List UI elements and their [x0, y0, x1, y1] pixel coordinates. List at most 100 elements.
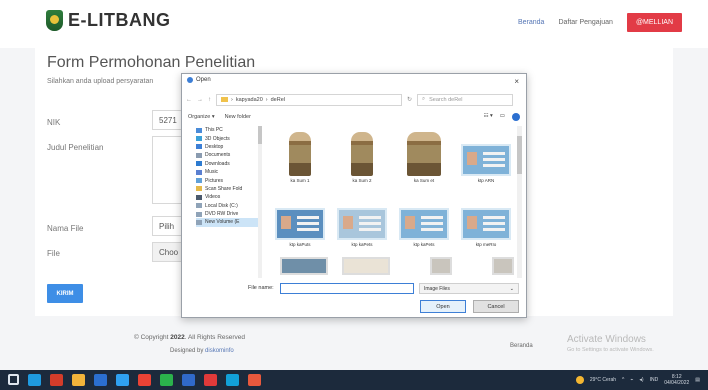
close-icon[interactable]: ×: [514, 77, 519, 86]
preview-pane-icon[interactable]: ▭: [500, 113, 505, 121]
taskbar-app-icon[interactable]: [50, 374, 63, 386]
nav-tree-label: Music: [205, 169, 219, 176]
taskbar-app-icon[interactable]: [160, 374, 173, 386]
file-name: ktp ARN: [477, 178, 495, 183]
path-segment-1[interactable]: kapyada20: [236, 97, 263, 103]
site-logo[interactable]: E-LITBANG: [46, 10, 171, 31]
clock[interactable]: 8:12 04/04/2022: [664, 374, 689, 386]
taskbar-app-icon[interactable]: [94, 374, 107, 386]
footer-home-link[interactable]: Beranda: [510, 343, 533, 349]
file-thumbnail: [275, 130, 325, 176]
refresh-icon[interactable]: ↻: [407, 96, 412, 103]
file-thumbnail: [399, 194, 449, 240]
taskbar-app-icon[interactable]: [116, 374, 129, 386]
open-file-dialog: Open × ← → ↑ › kapyada20 › deRel ↻ ⌕ Sea…: [181, 73, 527, 318]
nav-tree-item[interactable]: Pictures: [196, 176, 258, 184]
clock-date: 04/04/2022: [664, 380, 690, 386]
taskbar-apps: [8, 374, 261, 386]
taskbar-app-icon[interactable]: [248, 374, 261, 386]
network-icon[interactable]: ⌁: [630, 377, 633, 383]
file-item[interactable]: ka Sum et: [396, 130, 452, 188]
nav-tree-item[interactable]: 3D Objects: [196, 134, 258, 142]
filename-input[interactable]: [280, 283, 414, 294]
scrollbar-thumb[interactable]: [517, 136, 522, 174]
weather-text[interactable]: 29°C Cerah: [590, 377, 616, 383]
dialog-search-input[interactable]: ⌕ Search deRel: [417, 93, 514, 106]
help-icon[interactable]: [512, 113, 520, 121]
start-menu-icon[interactable]: [8, 374, 19, 385]
file-name: ktp meRIo: [475, 241, 497, 247]
weather-icon[interactable]: [575, 376, 584, 384]
nav-tree-item[interactable]: Videos: [196, 193, 258, 201]
file-item[interactable]: ktp meRIo: [458, 194, 514, 252]
file-item[interactable]: ktp kaPets: [334, 194, 390, 252]
submit-button[interactable]: KIRIM: [47, 284, 83, 303]
tray-arrow-icon[interactable]: ^: [622, 377, 624, 383]
file-grid-scrollbar[interactable]: [517, 126, 522, 278]
nav-tree-item[interactable]: Scan Share Fold: [196, 185, 258, 193]
taskbar-app-icon[interactable]: [182, 374, 195, 386]
id-card-thumbnail: [399, 207, 449, 240]
scrollbar-thumb[interactable]: [258, 126, 262, 144]
file-item[interactable]: ka Sum 1: [272, 130, 328, 188]
path-segment-2[interactable]: deRel: [271, 97, 285, 103]
nav-tree-item[interactable]: DVD RW Drive: [196, 210, 258, 218]
file-thumbnail: [461, 130, 511, 176]
back-arrow-icon[interactable]: ←: [186, 97, 192, 103]
view-options-icon[interactable]: ☷ ▾: [484, 113, 493, 121]
nav-tree-item[interactable]: Documents: [196, 151, 258, 159]
footer-designed-by: Designed by ​diskominfo: [170, 348, 234, 354]
forward-arrow-icon[interactable]: →: [197, 97, 203, 103]
cancel-button[interactable]: Cancel: [473, 300, 519, 313]
breadcrumb-separator: ›: [265, 96, 268, 103]
file-item[interactable]: ktp kaPets: [396, 194, 452, 252]
notification-icon[interactable]: ▤: [695, 377, 700, 383]
file-grid: ka Sum 1 ka Sum 2 ka Sum et ktp ARN ktp …: [272, 130, 514, 280]
language-indicator[interactable]: IND: [650, 377, 659, 383]
up-arrow-icon[interactable]: ↑: [208, 97, 211, 103]
folder-icon: [196, 203, 202, 209]
dialog-title: Open: [196, 77, 211, 83]
folder-icon: [196, 127, 202, 133]
path-breadcrumb[interactable]: › kapyada20 › deRel: [216, 93, 402, 106]
nav-tree-item[interactable]: Desktop: [196, 143, 258, 151]
taskbar-app-icon[interactable]: [28, 374, 41, 386]
nav-pane-scrollbar[interactable]: [258, 126, 262, 278]
nav-home-link[interactable]: Beranda: [518, 19, 544, 26]
organize-button[interactable]: Organize ▾: [188, 114, 215, 120]
folder-icon: [196, 136, 202, 142]
filetype-select[interactable]: Image Files ⌄: [419, 283, 519, 294]
new-folder-button[interactable]: New folder: [225, 114, 251, 120]
photo-thumbnail: [430, 257, 452, 276]
file-item-partial[interactable]: [396, 257, 452, 280]
account-button[interactable]: @MELLIAN: [626, 13, 682, 32]
nav-tree-item[interactable]: New Volume (E: [196, 218, 258, 227]
nav-tree-item[interactable]: This PC: [196, 126, 258, 134]
nav-tree-label: Videos: [205, 194, 221, 201]
file-thumbnail: [275, 194, 325, 240]
file-item-partial[interactable]: [334, 257, 390, 280]
nav-tree-item[interactable]: Music: [196, 168, 258, 176]
photo-thumbnail: [492, 257, 514, 276]
nav-tree-item[interactable]: Local Disk (C:): [196, 202, 258, 210]
nav-list-link[interactable]: Daftar Pengajuan: [558, 19, 612, 26]
taskbar-app-icon[interactable]: [204, 374, 217, 386]
taskbar-app-icon[interactable]: [72, 374, 85, 386]
taskbar-app-icon[interactable]: [138, 374, 151, 386]
taskbar-app-icon[interactable]: [226, 374, 239, 386]
file-item[interactable]: ka Sum 2: [334, 130, 390, 188]
file-thumbnail: [337, 130, 387, 176]
open-button[interactable]: Open: [420, 300, 466, 313]
volume-icon[interactable]: ◂): [639, 377, 643, 383]
nav-tree-item[interactable]: Downloads: [196, 160, 258, 168]
page-title: Form Permohonan Penelitian: [47, 54, 256, 71]
navigation-pane: This PC 3D Objects Desktop Documents Downloa…: [196, 126, 258, 278]
file-item-partial[interactable]: [458, 257, 514, 280]
file-item-partial[interactable]: [272, 257, 328, 280]
designer-link[interactable]: ​diskominfo: [205, 348, 234, 354]
main-nav: Beranda Daftar Pengajuan @MELLIAN: [518, 13, 682, 32]
system-tray: 29°C Cerah ^ ⌁ ◂) IND 8:12 04/04/2022 ▤: [575, 374, 700, 386]
file-thumbnail: [337, 194, 387, 240]
file-item[interactable]: ktp kaPuts: [272, 194, 328, 252]
file-item[interactable]: ktp ARN: [458, 130, 514, 188]
